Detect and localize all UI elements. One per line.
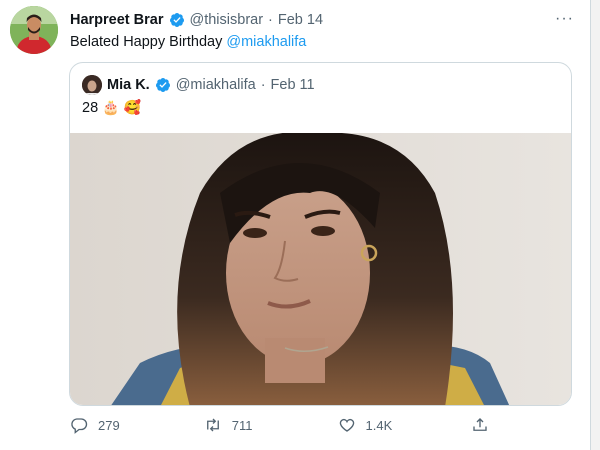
- author-handle[interactable]: @thisisbrar: [190, 12, 264, 28]
- reply-button[interactable]: 279: [70, 416, 204, 434]
- reply-count: 279: [98, 417, 120, 433]
- window-edge: [590, 0, 600, 450]
- separator-dot: ·: [268, 12, 273, 28]
- quoted-tweet[interactable]: Mia K. @miakhalifa · Feb 11 28 🎂 🥰: [69, 62, 572, 406]
- tweet-text: Belated Happy Birthday @miakhalifa: [70, 34, 306, 50]
- tweet-text-body: Belated Happy Birthday: [70, 34, 227, 50]
- quoted-date[interactable]: Feb 11: [271, 77, 315, 93]
- tweet-date[interactable]: Feb 14: [278, 12, 323, 28]
- retweet-count: 711: [231, 417, 253, 433]
- quoted-text: 28 🎂 🥰: [82, 100, 141, 116]
- quoted-text-number: 28: [82, 100, 99, 116]
- mention-link[interactable]: @miakhalifa: [226, 34, 306, 50]
- separator-dot: ·: [260, 77, 266, 93]
- heart-icon: [339, 418, 354, 432]
- quoted-photo[interactable]: [70, 133, 571, 405]
- verified-badge-icon: [155, 78, 170, 92]
- like-count: 1.4K: [365, 417, 393, 433]
- author-avatar[interactable]: [10, 6, 58, 54]
- quoted-handle[interactable]: @miakhalifa: [176, 77, 256, 93]
- author-name[interactable]: Harpreet Brar: [70, 12, 164, 28]
- tweet-actions: 279 711 1.4K: [70, 414, 510, 436]
- birthday-cake-emoji: 🎂: [102, 100, 120, 116]
- verified-badge-icon: [169, 13, 184, 27]
- tweet-header: Harpreet Brar @thisisbrar · Feb 14: [70, 10, 560, 30]
- quoted-author-name[interactable]: Mia K.: [107, 77, 150, 93]
- like-button[interactable]: 1.4K: [338, 416, 472, 434]
- share-button[interactable]: [471, 416, 510, 434]
- quoted-avatar[interactable]: [82, 75, 102, 95]
- reply-icon: [71, 418, 88, 434]
- retweet-button[interactable]: 711: [204, 416, 338, 434]
- share-icon: [473, 418, 487, 431]
- retweet-icon: [206, 418, 219, 432]
- smiling-hearts-emoji: 🥰: [123, 100, 142, 116]
- quoted-header: Mia K. @miakhalifa · Feb 11: [82, 75, 315, 95]
- more-options-icon[interactable]: ···: [555, 10, 574, 28]
